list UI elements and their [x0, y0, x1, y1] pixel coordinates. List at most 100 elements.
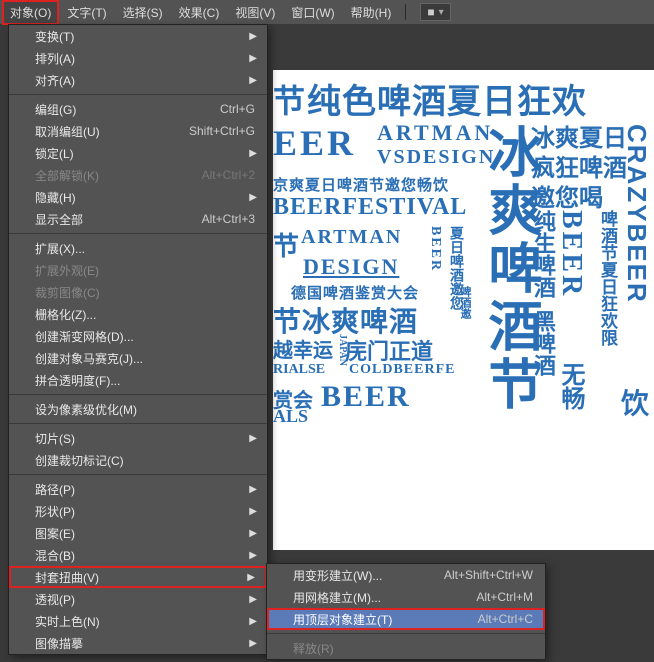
menu-separator — [9, 394, 267, 395]
menu-item[interactable]: 变换(T) ▶ — [9, 25, 267, 47]
menu-item-label: 封套扭曲(V) — [35, 569, 99, 586]
art-text: BEER — [555, 210, 587, 298]
submenu-item-label: 用顶层对象建立(T) — [293, 611, 392, 628]
art-text: 纯色啤酒夏日狂欢 — [307, 74, 587, 123]
menu-effect[interactable]: 效果(C) — [171, 0, 228, 25]
art-text: BEER — [427, 226, 443, 272]
menu-item-label: 隐藏(H) — [35, 189, 76, 206]
art-text: 越幸运 — [273, 334, 333, 363]
art-text: RIALSE — [273, 362, 325, 378]
menu-window[interactable]: 窗口(W) — [283, 0, 342, 25]
menu-item-label: 排列(A) — [35, 50, 75, 67]
submenu-arrow-icon: ▶ — [249, 31, 257, 42]
menu-item-label: 裁剪图像(C) — [35, 284, 100, 301]
art-text: ALS — [273, 406, 308, 427]
menu-item-label: 编组(G) — [35, 101, 76, 118]
art-text: DESIGN — [303, 254, 399, 280]
canvas-artwork: 节 纯色啤酒夏日狂欢 EER ARTMAN 冰爽夏日 VSDESIGN 冰 疯狂… — [273, 70, 654, 550]
menu-item-label: 创建对象马赛克(J)... — [35, 350, 143, 367]
menu-item[interactable]: 图像描摹 ▶ — [9, 632, 267, 654]
menu-item[interactable]: 设为像素级优化(M) — [9, 398, 267, 420]
menu-item-label: 设为像素级优化(M) — [35, 401, 137, 418]
submenu-item[interactable]: 用顶层对象建立(T) Alt+Ctrl+C — [267, 608, 545, 630]
menu-item[interactable]: 透视(P)▶ — [9, 588, 267, 610]
menu-item-shortcut: Alt+Ctrl+3 — [202, 212, 255, 226]
menu-item-shortcut: Shift+Ctrl+G — [189, 124, 255, 138]
menu-item[interactable]: 对齐(A)▶ — [9, 69, 267, 91]
menu-item[interactable]: 图案(E)▶ — [9, 522, 267, 544]
menu-type[interactable]: 文字(T) — [59, 0, 114, 25]
menu-item: 扩展外观(E) — [9, 259, 267, 281]
menu-item[interactable]: 路径(P)▶ — [9, 478, 267, 500]
menu-item-label: 路径(P) — [35, 481, 75, 498]
submenu-item: 释放(R) — [267, 637, 545, 659]
menubar: 对象(O) 文字(T) 选择(S) 效果(C) 视图(V) 窗口(W) 帮助(H… — [0, 0, 654, 24]
menu-item-label: 混合(B) — [35, 547, 75, 564]
art-text: 节 — [471, 356, 550, 410]
menu-item-shortcut: Alt+Ctrl+2 — [202, 168, 255, 182]
art-text: ARTMAN — [301, 226, 402, 249]
menu-item[interactable]: 显示全部Alt+Ctrl+3 — [9, 208, 267, 230]
workspace-switcher[interactable]: ■ ▾ — [420, 3, 450, 21]
submenu-item[interactable]: 用变形建立(W)...Alt+Shift+Ctrl+W — [267, 564, 545, 586]
art-text: 节 — [273, 226, 299, 263]
art-text: 节 — [273, 76, 305, 122]
menu-item-label: 图像描摹 — [35, 635, 83, 652]
art-text: 京爽夏日啤酒节邀您畅饮 — [273, 174, 449, 195]
menu-separator — [9, 474, 267, 475]
menu-item[interactable]: 形状(P)▶ — [9, 500, 267, 522]
art-text: CRAZYBEER — [621, 124, 652, 304]
submenu-arrow-icon: ▶ — [249, 53, 257, 64]
menu-item[interactable]: 创建裁切标记(C) — [9, 449, 267, 471]
art-text: 啤酒邀 — [457, 286, 473, 319]
submenu-item[interactable]: 用网格建立(M)...Alt+Ctrl+M — [267, 586, 545, 608]
menu-item[interactable]: 拼合透明度(F)... — [9, 369, 267, 391]
art-text: COLDBEERFE — [349, 362, 455, 378]
envelope-distort-submenu: 用变形建立(W)...Alt+Shift+Ctrl+W用网格建立(M)...Al… — [266, 563, 546, 660]
menu-help[interactable]: 帮助(H) — [343, 0, 400, 25]
submenu-item-shortcut: Alt+Shift+Ctrl+W — [444, 568, 533, 582]
menu-item-label: 全部解锁(K) — [35, 167, 99, 184]
art-text: BEERFESTIVAL — [273, 194, 467, 221]
menu-item[interactable]: 混合(B)▶ — [9, 544, 267, 566]
art-text: 无畅 — [553, 362, 588, 410]
menu-item[interactable]: 隐藏(H) ▶ — [9, 186, 267, 208]
menu-item-label: 实时上色(N) — [35, 613, 100, 630]
menu-item-label: 锁定(L) — [35, 145, 74, 162]
submenu-arrow-icon: ▶ — [249, 638, 257, 649]
menu-item-label: 栅格化(Z)... — [35, 306, 96, 323]
submenu-arrow-icon: ▶ — [249, 616, 257, 627]
menu-separator — [267, 633, 545, 634]
menu-item[interactable]: 创建渐变网格(D)... — [9, 325, 267, 347]
menu-item[interactable]: 取消编组(U)Shift+Ctrl+G — [9, 120, 267, 142]
menu-item[interactable]: 排列(A) ▶ — [9, 47, 267, 69]
menu-item[interactable]: 扩展(X)... — [9, 237, 267, 259]
submenu-arrow-icon: ▶ — [249, 528, 257, 539]
menu-item-label: 形状(P) — [35, 503, 75, 520]
submenu-arrow-icon: ▶ — [249, 192, 257, 203]
menu-item-label: 变换(T) — [35, 28, 74, 45]
submenu-arrow-icon: ▶ — [249, 75, 257, 86]
menu-item[interactable]: 锁定(L)▶ — [9, 142, 267, 164]
art-text: EER — [273, 122, 356, 164]
menu-item: 全部解锁(K) Alt+Ctrl+2 — [9, 164, 267, 186]
menu-select[interactable]: 选择(S) — [115, 0, 171, 25]
menu-view[interactable]: 视图(V) — [227, 0, 283, 25]
object-menu-dropdown: 变换(T)▶排列(A)▶对齐(A)▶编组(G)Ctrl+G取消编组(U)Shif… — [8, 24, 268, 655]
menu-object[interactable]: 对象(O) — [2, 0, 59, 25]
menu-item[interactable]: 封套扭曲(V) ▶ — [9, 566, 267, 588]
menu-item[interactable]: 切片(S) ▶ — [9, 427, 267, 449]
menu-item[interactable]: 栅格化(Z)... — [9, 303, 267, 325]
submenu-item-shortcut: Alt+Ctrl+C — [478, 612, 533, 626]
submenu-arrow-icon: ▶ — [249, 433, 257, 444]
art-text: 饮 — [621, 382, 649, 422]
art-text: BEER — [321, 380, 411, 414]
menu-item[interactable]: 编组(G) Ctrl+G — [9, 98, 267, 120]
menu-item[interactable]: 创建对象马赛克(J)... — [9, 347, 267, 369]
submenu-arrow-icon: ▶ — [247, 572, 255, 583]
menu-item[interactable]: 实时上色(N) ▶ — [9, 610, 267, 632]
menu-item-label: 创建渐变网格(D)... — [35, 328, 134, 345]
menu-item-shortcut: Ctrl+G — [220, 102, 255, 116]
menu-item-label: 创建裁切标记(C) — [35, 452, 124, 469]
menu-item-label: 切片(S) — [35, 430, 75, 447]
